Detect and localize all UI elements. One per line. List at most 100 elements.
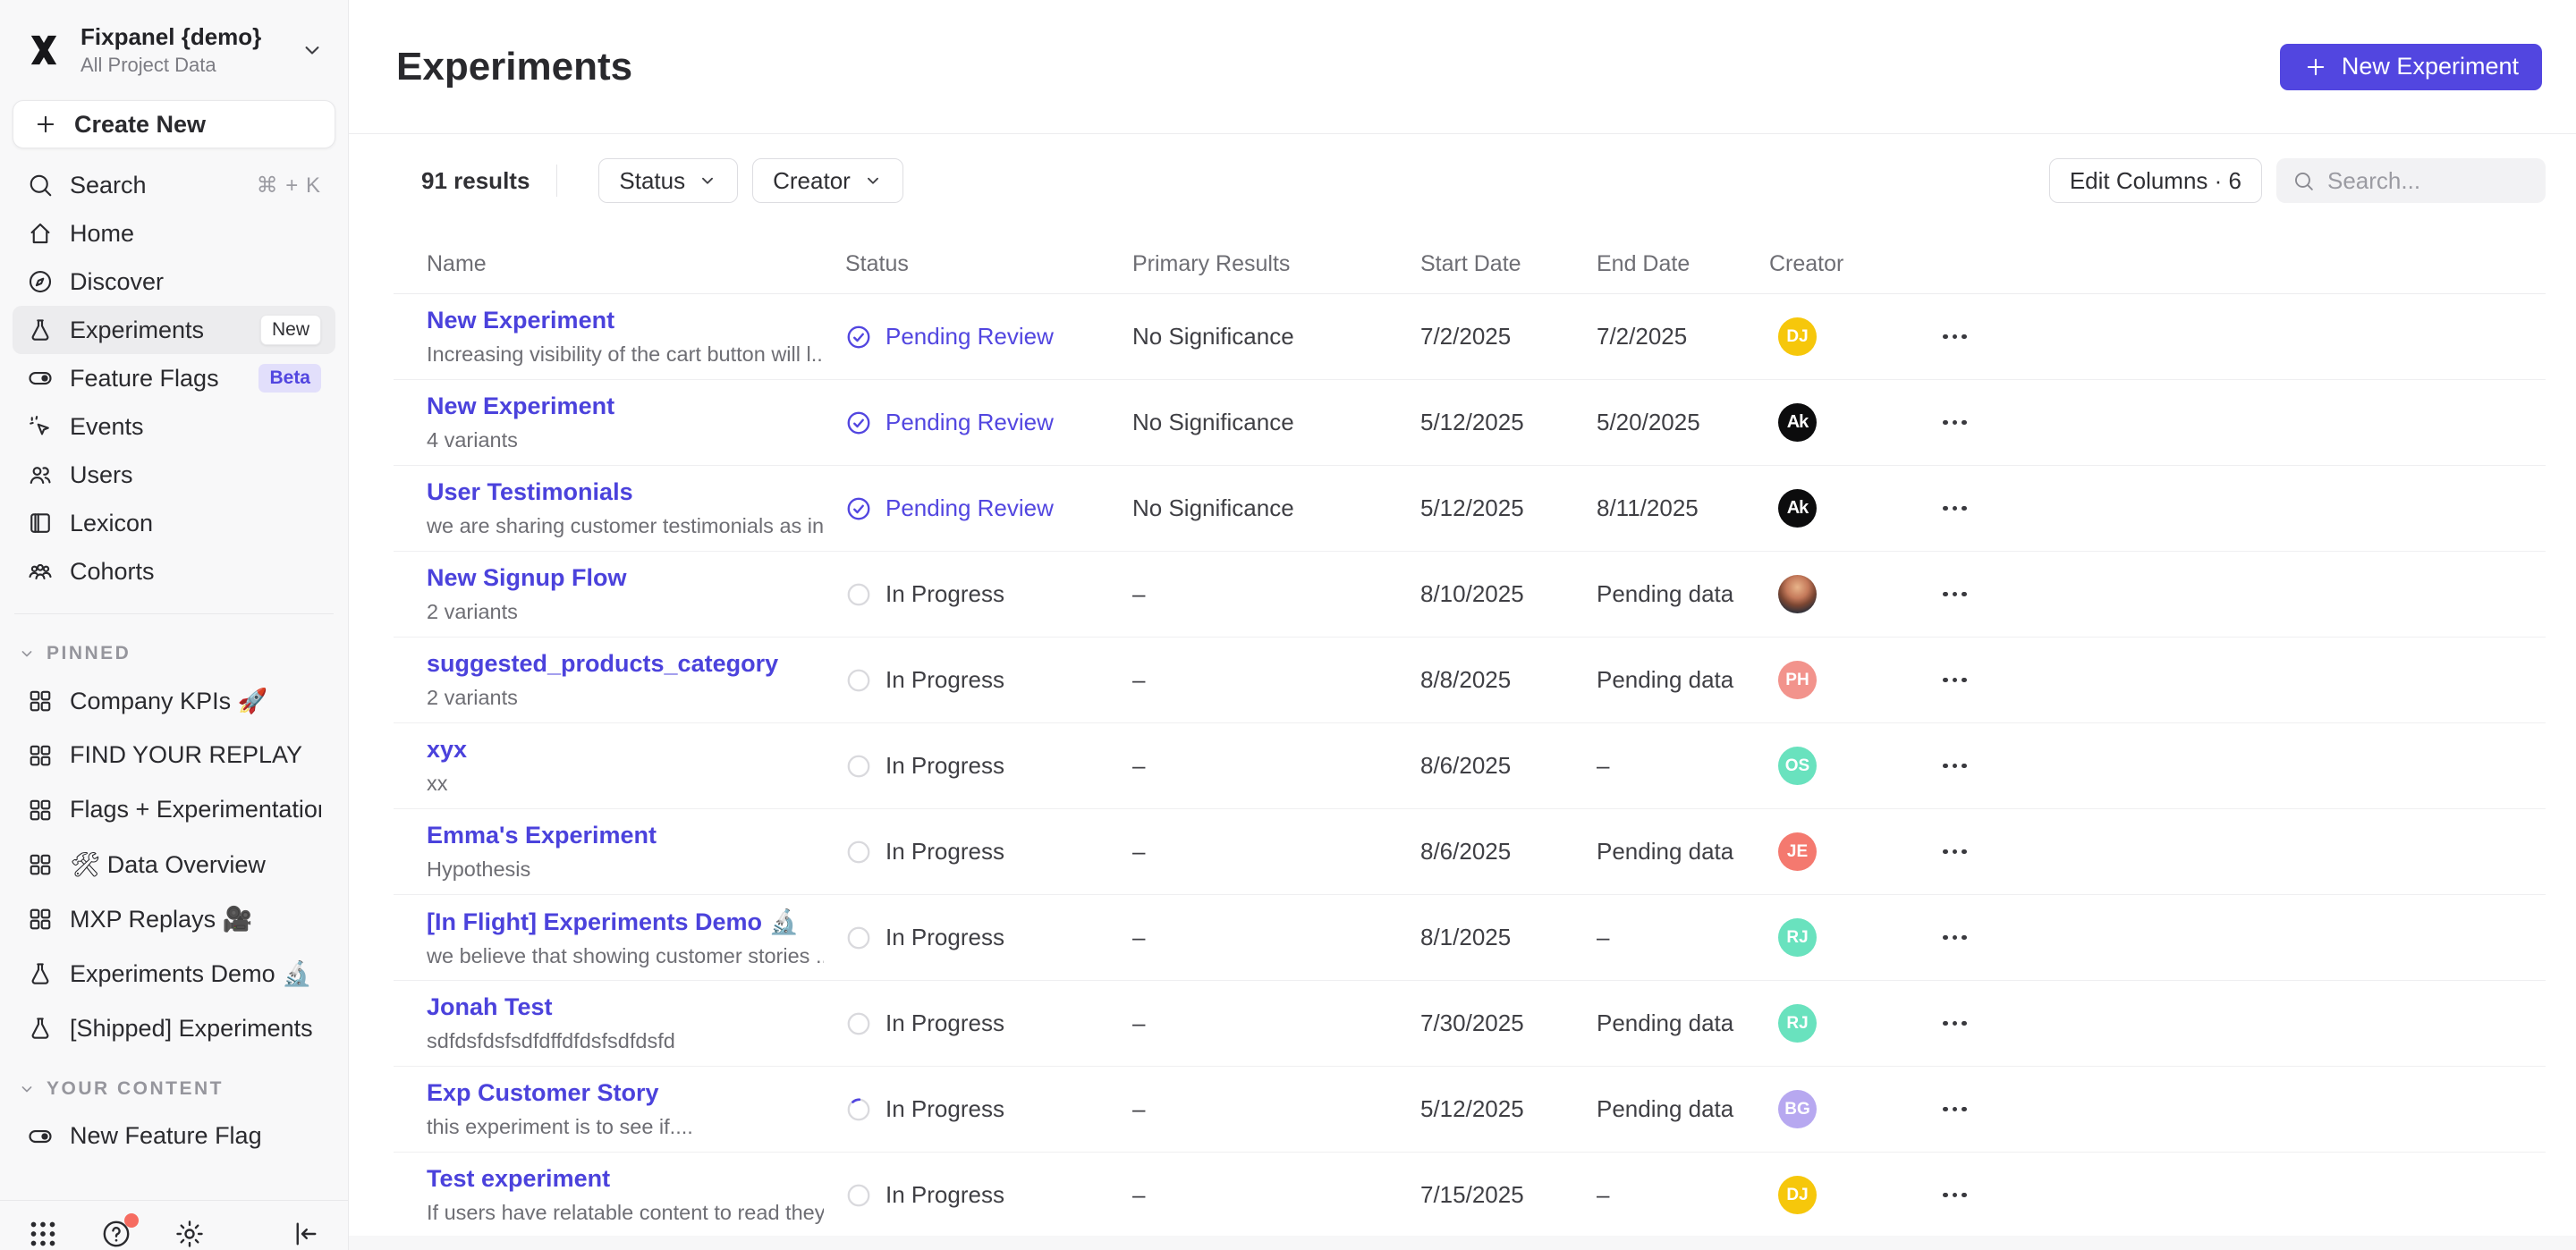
plus-icon [33, 112, 58, 137]
sidebar-item-company-kpis[interactable]: Company KPIs 🚀 [13, 673, 335, 728]
section-header[interactable]: PINNED [0, 632, 348, 670]
table-row: Jonah Test sdfdsfdsfsdfdffdfdsfsdfdsfd I… [394, 981, 2546, 1067]
sidebar-item-search[interactable]: Search ⌘ + K [13, 161, 335, 209]
column-header-status: Status [845, 251, 1132, 277]
sidebar-item-flags-experimentation-demo[interactable]: Flags + Experimentation Demo , [13, 782, 335, 837]
more-actions-button[interactable] [1939, 497, 2546, 520]
experiment-name-link[interactable]: [In Flight] Experiments Demo 🔬 [427, 908, 824, 936]
more-actions-button[interactable] [1939, 840, 2546, 864]
end-date-cell: – [1597, 752, 1769, 780]
settings-icon[interactable] [174, 1218, 206, 1250]
nav-item-label: Flags + Experimentation Demo , [70, 796, 321, 823]
experiment-name-link[interactable]: Test experiment [427, 1165, 824, 1193]
section-title: YOUR CONTENT [47, 1078, 224, 1100]
more-actions-button[interactable] [1939, 325, 2546, 349]
more-actions-button[interactable] [1939, 1012, 2546, 1035]
section-header[interactable]: YOUR CONTENT [0, 1068, 348, 1105]
sidebar-item-experiments-demo[interactable]: Experiments Demo 🔬 [13, 946, 335, 1001]
experiment-name-link[interactable]: Exp Customer Story [427, 1079, 824, 1107]
search-input[interactable] [2327, 167, 2529, 195]
more-actions-button[interactable] [1939, 1098, 2546, 1121]
sidebar-item-home[interactable]: Home [13, 209, 335, 258]
more-actions-button[interactable] [1939, 411, 2546, 435]
sidebar-item-lexicon[interactable]: Lexicon [13, 499, 335, 547]
column-header-primary-results: Primary Results [1132, 251, 1420, 277]
sidebar-item-shipped-experiments-demo[interactable]: [Shipped] Experiments Demo 🖊 [13, 1001, 335, 1055]
more-actions-button[interactable] [1939, 1184, 2546, 1207]
page-title: Experiments [396, 45, 632, 89]
table-search [2276, 158, 2546, 203]
sidebar-item-data-overview[interactable]: 🛠 Data Overview [13, 837, 335, 891]
more-actions-button[interactable] [1939, 926, 2546, 950]
experiment-name-link[interactable]: Jonah Test [427, 993, 824, 1021]
table-footer-band [349, 1236, 2576, 1250]
primary-results-cell: No Significance [1132, 494, 1420, 522]
app-window: Fixpanel {demo} All Project Data Create … [0, 0, 2576, 1250]
experiment-name-link[interactable]: Emma's Experiment [427, 822, 824, 849]
end-date-cell: Pending data [1597, 666, 1769, 694]
book-icon [27, 510, 54, 536]
sidebar-item-find-your-replay[interactable]: FIND YOUR REPLAY [13, 728, 335, 782]
end-date-cell: – [1597, 924, 1769, 951]
status-cell: In Progress [845, 838, 1132, 866]
creator-filter-button[interactable]: Creator [752, 158, 903, 203]
apps-grid-icon[interactable] [27, 1218, 59, 1250]
experiment-name-link[interactable]: xyx [427, 736, 824, 764]
status-cell: In Progress [845, 1181, 1132, 1209]
nav-item-label: [Shipped] Experiments Demo 🖊 [70, 1014, 321, 1043]
experiment-name-link[interactable]: User Testimonials [427, 478, 824, 506]
more-actions-button[interactable] [1939, 583, 2546, 606]
progress-circle-icon [845, 581, 872, 608]
experiment-description: 2 variants [427, 686, 824, 710]
more-actions-button[interactable] [1939, 669, 2546, 692]
help-icon[interactable] [100, 1218, 132, 1250]
search-icon [2292, 170, 2315, 192]
nav-item-label: Users [70, 461, 133, 489]
project-switcher[interactable]: Fixpanel {demo} All Project Data [0, 0, 348, 79]
nav-item-label: Experiments Demo 🔬 [70, 959, 312, 988]
experiment-description: we are sharing customer testimonials as … [427, 514, 824, 538]
sidebar-item-cohorts[interactable]: Cohorts [13, 547, 335, 595]
home-icon [27, 220, 54, 247]
sidebar-sections: PINNED Company KPIs 🚀 FIND YOUR REPLAY F… [0, 620, 348, 1163]
status-label: In Progress [886, 838, 1004, 866]
experiment-name-link[interactable]: suggested_products_category [427, 650, 824, 678]
status-filter-button[interactable]: Status [598, 158, 738, 203]
experiment-name-link[interactable]: New Experiment [427, 307, 824, 334]
nav-item-label: New Feature Flag [70, 1122, 262, 1150]
project-name: Fixpanel {demo} [80, 23, 261, 51]
status-label: Pending Review [886, 323, 1054, 351]
sidebar-item-experiments[interactable]: Experiments New [13, 306, 335, 354]
primary-results-cell: No Significance [1132, 409, 1420, 436]
sidebar-item-discover[interactable]: Discover [13, 258, 335, 306]
more-actions-button[interactable] [1939, 755, 2546, 778]
start-date-cell: 7/30/2025 [1420, 1009, 1597, 1037]
experiment-name-link[interactable]: New Experiment [427, 393, 824, 420]
status-label: In Progress [886, 666, 1004, 694]
new-experiment-button[interactable]: New Experiment [2280, 44, 2542, 90]
creator-cell: Ak [1769, 489, 1932, 528]
sidebar-divider [14, 613, 334, 614]
cursor-icon [27, 413, 54, 440]
creator-avatar: RJ [1778, 918, 1817, 957]
sidebar-section: PINNED Company KPIs 🚀 FIND YOUR REPLAY F… [0, 632, 348, 1055]
sidebar-item-events[interactable]: Events [13, 402, 335, 451]
search-icon [27, 172, 54, 198]
experiment-description: 2 variants [427, 600, 824, 624]
sidebar-item-feature-flags[interactable]: Feature Flags Beta [13, 354, 335, 402]
filter-buttons: Status Creator [598, 158, 902, 203]
nav-item-label: 🛠 Data Overview [70, 850, 266, 879]
progress-circle-icon [845, 753, 872, 780]
sidebar-item-users[interactable]: Users [13, 451, 335, 499]
collapse-sidebar-icon[interactable] [289, 1218, 321, 1250]
progress-circle-icon [845, 1096, 872, 1123]
creator-cell: PH [1769, 661, 1932, 699]
edit-columns-button[interactable]: Edit Columns · 6 [2049, 158, 2262, 203]
creator-avatar: Ak [1778, 403, 1817, 442]
experiment-name-link[interactable]: New Signup Flow [427, 564, 824, 592]
creator-avatar: RJ [1778, 1004, 1817, 1043]
board-icon [27, 742, 54, 769]
create-new-button[interactable]: Create New [13, 100, 335, 148]
sidebar-item-mxp-replays[interactable]: MXP Replays 🎥 [13, 891, 335, 946]
sidebar-item-new-feature-flag[interactable]: New Feature Flag [13, 1109, 335, 1163]
